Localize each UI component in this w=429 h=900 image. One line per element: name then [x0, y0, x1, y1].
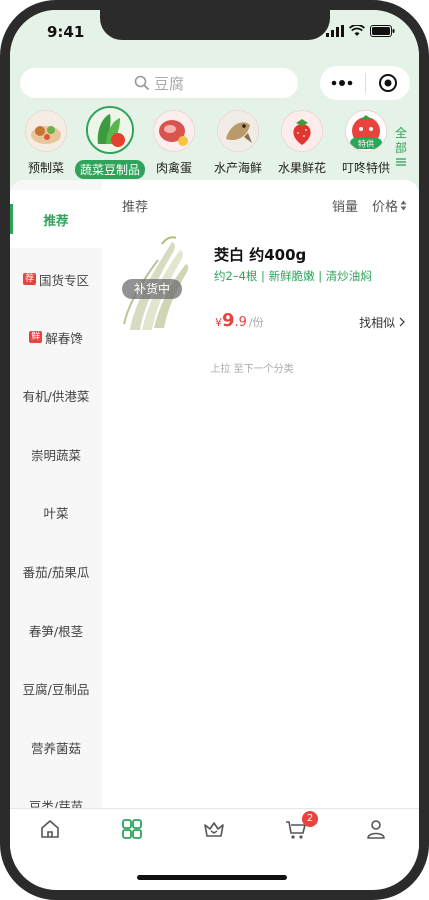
status-time: 9:41 [47, 23, 85, 41]
product-description: 约2–4根 | 新鲜脆嫩 | 清炒油焖 [214, 269, 372, 283]
sort-sales[interactable]: 销量 [332, 196, 358, 215]
sidebar-item-label: 叶菜 [43, 505, 69, 521]
special-offer-icon: 特供 [345, 110, 387, 152]
sidebar: 推荐 荐国货专区 鲜解春馋 有机/供港菜 崇明蔬菜 叶菜 番茄/茄果瓜 春笋/根… [10, 180, 102, 820]
product-list: 推荐 销量 价格 补货中 茭白 约400g 约2–4根 | 新鲜脆嫩 | 清炒油… [102, 180, 419, 820]
mini-program-capsule [320, 66, 410, 100]
sidebar-item-mushroom[interactable]: 营养菌菇 [10, 718, 102, 776]
category-item-special[interactable]: 特供 叮咚特供 [332, 110, 400, 177]
category-label: 水果鲜花 [277, 161, 326, 175]
sidebar-item-roots[interactable]: 春笋/根茎 [10, 601, 102, 659]
prepared-dish-icon [25, 110, 67, 152]
sort-price[interactable]: 价格 [372, 196, 407, 215]
phone-frame: 9:41 豆腐 预制菜 蔬菜豆制品 肉禽蛋 水产海鲜 水果鲜花 特供 叮咚特供 … [0, 0, 429, 900]
sidebar-item-label: 崇明蔬菜 [30, 447, 81, 463]
category-grid-icon [122, 819, 142, 839]
price-integer: 9 [222, 310, 235, 331]
search-placeholder: 豆腐 [153, 74, 184, 93]
sort-bar: 推荐 销量 价格 [102, 196, 419, 216]
sidebar-item-label: 有机/供港菜 [22, 388, 90, 404]
all-categories-label: 全部 [394, 126, 407, 155]
tab-vip[interactable] [202, 817, 226, 841]
sidebar-item-spring[interactable]: 鲜解春馋 [10, 308, 102, 366]
category-label: 蔬菜豆制品 [75, 160, 146, 179]
category-label: 肉禽蛋 [155, 161, 192, 175]
search-input[interactable]: 豆腐 [20, 68, 298, 98]
sidebar-item-label: 春笋/根茎 [28, 623, 84, 639]
category-strip: 预制菜 蔬菜豆制品 肉禽蛋 水产海鲜 水果鲜花 特供 叮咚特供 [10, 106, 419, 186]
close-mini-program-button[interactable] [365, 66, 410, 100]
wifi-icon [349, 25, 365, 36]
category-item-prepared[interactable]: 预制菜 [12, 110, 80, 177]
home-icon [41, 820, 59, 838]
product-name[interactable]: 茭白 约400g [214, 244, 306, 265]
recommend-tag: 荐 [22, 273, 36, 285]
fresh-tag: 鲜 [29, 331, 43, 343]
restock-badge: 补货中 [122, 279, 182, 299]
sidebar-item-label: 番茄/茄果瓜 [22, 564, 90, 580]
status-icons [326, 25, 395, 37]
menu-lines-icon [396, 158, 406, 166]
sidebar-item-tomato[interactable]: 番茄/茄果瓜 [10, 542, 102, 600]
sidebar-item-label: 国货专区 [39, 272, 90, 288]
find-similar-button[interactable]: 找相似 [359, 314, 405, 331]
category-label: 预制菜 [27, 161, 64, 175]
category-label: 水产海鲜 [213, 161, 262, 175]
sidebar-item-chongming[interactable]: 崇明蔬菜 [10, 425, 102, 483]
device-notch [100, 10, 330, 40]
price-unit: /份 [248, 316, 264, 329]
category-item-meat[interactable]: 肉禽蛋 [140, 110, 208, 177]
battery-icon [370, 25, 395, 37]
sort-arrows-icon [400, 200, 407, 211]
tab-home[interactable] [38, 817, 62, 841]
category-item-seafood[interactable]: 水产海鲜 [204, 110, 272, 177]
find-similar-label: 找相似 [359, 316, 396, 330]
product-price: ¥9.9/份 [215, 310, 264, 331]
target-icon [378, 74, 397, 92]
sidebar-item-leafy[interactable]: 叶菜 [10, 483, 102, 541]
sidebar-item-label: 推荐 [43, 212, 69, 228]
sort-price-label: 价格 [372, 200, 399, 215]
category-item-vegetables[interactable]: 蔬菜豆制品 [75, 106, 146, 179]
vegetables-icon [86, 106, 134, 154]
more-dots-icon [331, 80, 353, 86]
bottom-tab-bar: 2 [10, 808, 419, 849]
price-decimal: .9 [234, 315, 247, 330]
cart-count-badge: 2 [302, 811, 318, 827]
pull-next-hint: 上拉 至下一个分类 [210, 364, 294, 375]
all-categories-button[interactable]: 全部 [394, 126, 408, 171]
signal-icon [326, 25, 344, 37]
more-button[interactable] [320, 66, 365, 100]
seafood-icon [217, 110, 259, 152]
crown-icon [204, 822, 224, 837]
sidebar-item-label: 营养菌菇 [30, 740, 81, 756]
chevron-right-icon [399, 317, 405, 327]
home-indicator [137, 875, 287, 880]
price-currency: ¥ [215, 316, 222, 329]
tab-profile[interactable] [364, 817, 388, 841]
search-icon [134, 75, 150, 91]
category-item-fruit[interactable]: 水果鲜花 [268, 110, 336, 177]
sidebar-item-label: 解春馋 [45, 330, 83, 346]
meat-icon [153, 110, 195, 152]
sort-recommend[interactable]: 推荐 [122, 196, 148, 215]
special-badge-text: 特供 [358, 139, 374, 149]
fruit-icon [281, 110, 323, 152]
content-area: 推荐 荐国货专区 鲜解春馋 有机/供港菜 崇明蔬菜 叶菜 番茄/茄果瓜 春笋/根… [10, 180, 419, 820]
sidebar-item-domestic[interactable]: 荐国货专区 [10, 250, 102, 308]
sidebar-item-label: 豆腐/豆制品 [22, 681, 90, 697]
product-card[interactable]: 补货中 茭白 约400g 约2–4根 | 新鲜脆嫩 | 清炒油焖 ¥9.9/份 … [102, 230, 419, 340]
sidebar-item-tofu[interactable]: 豆腐/豆制品 [10, 659, 102, 717]
sidebar-item-organic[interactable]: 有机/供港菜 [10, 366, 102, 424]
tab-categories[interactable] [120, 817, 144, 841]
category-label: 叮咚特供 [341, 161, 390, 175]
user-icon [367, 820, 385, 839]
sidebar-item-recommend[interactable]: 推荐 [10, 190, 102, 248]
